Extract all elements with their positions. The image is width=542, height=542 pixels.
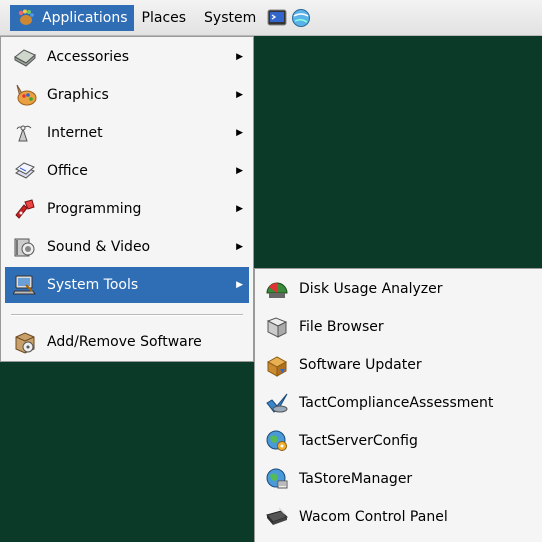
submenu-arrow-icon: ▶ bbox=[236, 280, 243, 290]
applications-menu-label: Applications bbox=[42, 9, 128, 26]
internet-icon bbox=[16, 125, 32, 142]
submenu-arrow-icon: ▶ bbox=[236, 128, 243, 138]
system-menu-label: System bbox=[204, 9, 257, 26]
menu-item-office[interactable]: Office ▶ bbox=[5, 153, 249, 189]
menu-item-label: TactComplianceAssessment bbox=[299, 395, 494, 411]
applications-menu[interactable]: Applications bbox=[10, 4, 134, 31]
menu-item-label: File Browser bbox=[299, 319, 384, 335]
accessories-icon bbox=[14, 49, 36, 67]
menu-item-label: Accessories bbox=[47, 49, 130, 65]
menu-item-label: TaStoreManager bbox=[299, 471, 413, 487]
programming-icon bbox=[15, 199, 35, 219]
system-tools-submenu: Disk Usage Analyzer File Browser Softwar… bbox=[254, 268, 542, 542]
menu-item-sound-video[interactable]: Sound & Video ▶ bbox=[5, 229, 249, 265]
menu-item-label: Disk Usage Analyzer bbox=[299, 281, 443, 297]
menu-item-label: Internet bbox=[47, 125, 103, 141]
menu-item-tact-compliance-assessment[interactable]: TactComplianceAssessment bbox=[259, 385, 538, 421]
wacom-tablet-icon bbox=[266, 507, 288, 525]
menu-item-file-browser[interactable]: File Browser bbox=[259, 309, 538, 345]
places-menu-label: Places bbox=[141, 9, 187, 26]
menu-item-graphics[interactable]: Graphics ▶ bbox=[5, 77, 249, 113]
system-tools-icon bbox=[13, 275, 36, 295]
menu-item-ta-store-manager[interactable]: TaStoreManager bbox=[259, 461, 538, 497]
submenu-arrow-icon: ▶ bbox=[236, 52, 243, 62]
top-panel: Applications Places System bbox=[0, 0, 542, 36]
places-menu[interactable]: Places bbox=[136, 5, 193, 31]
graphics-icon bbox=[16, 84, 37, 106]
disk-usage-analyzer-icon bbox=[266, 282, 288, 298]
store-manager-icon bbox=[266, 468, 288, 489]
submenu-arrow-icon: ▶ bbox=[236, 166, 243, 176]
menu-item-system-tools[interactable]: System Tools ▶ bbox=[5, 267, 249, 303]
menu-item-label: System Tools bbox=[47, 277, 139, 293]
terminal-launcher-icon[interactable] bbox=[266, 7, 288, 29]
add-remove-software-icon bbox=[15, 332, 35, 354]
file-browser-icon bbox=[266, 317, 288, 338]
menu-item-programming[interactable]: Programming ▶ bbox=[5, 191, 249, 227]
menu-item-software-updater[interactable]: Software Updater bbox=[259, 347, 538, 383]
menu-item-label: TactServerConfig bbox=[299, 433, 418, 449]
software-updater-icon bbox=[266, 356, 288, 377]
menu-item-label: Add/Remove Software bbox=[47, 334, 202, 350]
office-icon bbox=[15, 162, 35, 179]
submenu-arrow-icon: ▶ bbox=[236, 242, 243, 252]
menu-item-tact-server-config[interactable]: TactServerConfig bbox=[259, 423, 538, 459]
applications-dropdown: Accessories ▶ Graphics ▶ Internet ▶ Offi… bbox=[0, 36, 254, 362]
sound-video-icon bbox=[14, 238, 35, 257]
menu-item-label: Programming bbox=[47, 201, 142, 217]
menu-item-internet[interactable]: Internet ▶ bbox=[5, 115, 249, 151]
menu-item-wacom-control-panel[interactable]: Wacom Control Panel bbox=[259, 499, 538, 535]
menu-item-accessories[interactable]: Accessories ▶ bbox=[5, 39, 249, 75]
server-config-icon bbox=[266, 430, 287, 451]
menu-item-label: Graphics bbox=[47, 87, 109, 103]
menu-item-label: Wacom Control Panel bbox=[299, 509, 448, 525]
menu-item-label: Sound & Video bbox=[47, 239, 151, 255]
submenu-arrow-icon: ▶ bbox=[236, 204, 243, 214]
web-browser-launcher-icon[interactable] bbox=[290, 7, 312, 29]
gnome-foot-icon bbox=[18, 9, 34, 25]
menu-item-label: Software Updater bbox=[299, 357, 422, 373]
submenu-arrow-icon: ▶ bbox=[236, 90, 243, 100]
system-menu[interactable]: System bbox=[198, 5, 262, 31]
compliance-assessment-icon bbox=[266, 393, 288, 413]
menu-separator bbox=[11, 314, 243, 316]
menu-item-disk-usage-analyzer[interactable]: Disk Usage Analyzer bbox=[259, 271, 538, 307]
menu-item-add-remove-software[interactable]: Add/Remove Software bbox=[5, 324, 249, 360]
menu-item-label: Office bbox=[47, 163, 88, 179]
